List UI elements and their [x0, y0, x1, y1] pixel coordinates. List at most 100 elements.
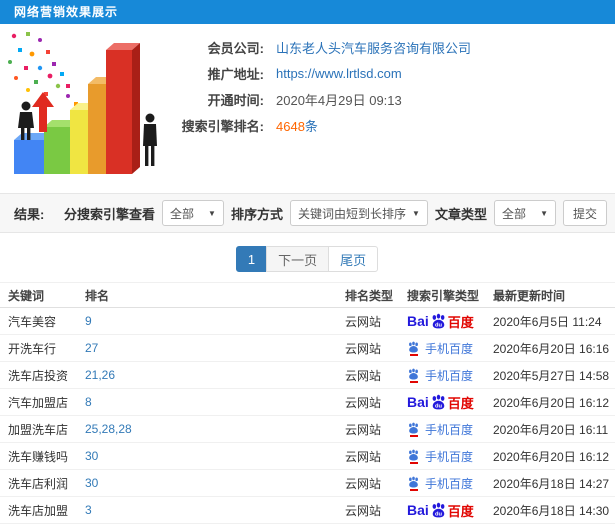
rank-count: 4648	[276, 118, 305, 134]
rank-cell: 30	[85, 469, 345, 497]
rank-type-cell: 云网站	[345, 334, 407, 362]
keyword-cell: 加盟洗车店	[0, 415, 85, 443]
col-update-time: 最新更新时间	[493, 282, 615, 308]
baidu-pc-logo: Bai du 百度	[407, 394, 474, 411]
company-row: 会员公司: 山东老人头汽车服务咨询有限公司	[178, 34, 471, 60]
update-time-cell: 2020年6月20日 16:12	[493, 442, 615, 470]
chevron-down-icon: ▼	[540, 208, 548, 218]
update-time-cell: 2020年6月20日 16:11	[493, 415, 615, 443]
rank-cell: 30	[85, 442, 345, 470]
mobile-baidu-paw-icon	[407, 422, 420, 437]
update-time-cell: 2020年6月20日 16:16	[493, 334, 615, 362]
engine-cell: Bai du 百度	[407, 496, 493, 524]
table-row: 洗车店加盟 3 云网站 Bai du 百度 2020年6月18日 14:30	[0, 496, 615, 524]
engine-cell: 手机百度	[407, 415, 493, 443]
update-time-cell: 2020年6月5日 11:24	[493, 307, 615, 335]
update-time-cell: 2020年6月20日 16:12	[493, 388, 615, 416]
svg-text:du: du	[435, 322, 443, 328]
keyword-cell: 洗车店利润	[0, 469, 85, 497]
bar-chart-graphic	[8, 32, 157, 174]
engine-cell: Bai du 百度	[407, 307, 493, 335]
rank-cell: 21,26	[85, 361, 345, 389]
member-info: 会员公司: 山东老人头汽车服务咨询有限公司 推广地址: https://www.…	[178, 24, 471, 138]
rank-cell: 27	[85, 334, 345, 362]
company-label: 会员公司:	[207, 40, 264, 56]
rank-cell: 3	[85, 496, 345, 524]
rank-link[interactable]: 9	[85, 314, 92, 328]
table-row: 洗车赚钱吗 30 云网站 手机百度 2020年6月20日 16:12	[0, 442, 615, 470]
chevron-down-icon: ▼	[412, 208, 420, 218]
keyword-cell: 洗车赚钱吗	[0, 442, 85, 470]
rank-link[interactable]: 30	[85, 449, 98, 463]
col-rank-type: 排名类型	[345, 282, 407, 308]
article-type-select[interactable]: 全部 ▼	[493, 200, 556, 226]
update-time-cell: 2020年5月27日 14:58	[493, 361, 615, 389]
rank-link[interactable]: 27	[85, 341, 98, 355]
baidu-paw-icon: du	[432, 313, 445, 328]
rank-cell: 8	[85, 388, 345, 416]
mobile-baidu-paw-icon	[407, 341, 420, 356]
rank-type-cell: 云网站	[345, 415, 407, 443]
rank-link[interactable]: 30	[85, 476, 98, 490]
col-rank: 排名	[85, 282, 345, 308]
baidu-mobile-logo: 手机百度	[407, 475, 473, 492]
table-row: 汽车美容 9 云网站 Bai du 百度 2020年6月5日 11:24	[0, 307, 615, 335]
keyword-cell: 洗车店投资	[0, 361, 85, 389]
rank-link[interactable]: 3	[85, 503, 92, 517]
chevron-down-icon: ▼	[208, 208, 216, 218]
sort-select[interactable]: 关键词由短到长排序 ▼	[289, 200, 428, 226]
engine-rank-row: 搜索引擎排名: 4648条	[178, 112, 471, 138]
table-row: 开洗车行 27 云网站 手机百度 2020年6月20日 16:16	[0, 334, 615, 362]
table-row: 汽车加盟店 8 云网站 Bai du 百度 2020年6月20日 16:12	[0, 388, 615, 416]
update-time-cell: 2020年6月18日 14:30	[493, 496, 615, 524]
rank-type-cell: 云网站	[345, 496, 407, 524]
baidu-paw-icon: du	[432, 394, 445, 409]
sort-filter-label: 排序方式	[230, 206, 283, 222]
svg-text:du: du	[435, 403, 443, 409]
keyword-cell: 开洗车行	[0, 334, 85, 362]
rank-link[interactable]: 25,28,28	[85, 422, 132, 436]
engine-filter-label: 分搜索引擎查看	[63, 206, 155, 222]
baidu-mobile-logo: 手机百度	[407, 448, 473, 465]
engine-cell: 手机百度	[407, 361, 493, 389]
baidu-mobile-logo: 手机百度	[407, 340, 473, 357]
page-title: 网络营销效果展示	[14, 5, 119, 19]
rank-type-cell: 云网站	[345, 469, 407, 497]
rank-type-cell: 云网站	[345, 388, 407, 416]
open-time-row: 开通时间: 2020年4月29日 09:13	[178, 86, 471, 112]
promo-url-row: 推广地址: https://www.lrtlsd.com	[178, 60, 471, 86]
rank-link[interactable]: 8	[85, 395, 92, 409]
rank-cell: 25,28,28	[85, 415, 345, 443]
engine-rank-label: 搜索引擎排名:	[181, 118, 264, 134]
engine-select[interactable]: 全部 ▼	[161, 200, 224, 226]
baidu-pc-logo: Bai du 百度	[407, 313, 474, 330]
engine-cell: Bai du 百度	[407, 388, 493, 416]
update-time-cell: 2020年6月18日 14:27	[493, 469, 615, 497]
keyword-cell: 洗车店加盟	[0, 496, 85, 524]
keyword-rank-table: 关键词 排名 排名类型 搜索引擎类型 最新更新时间 汽车美容 9 云网站 Bai	[0, 282, 615, 524]
open-time-label: 开通时间:	[207, 92, 264, 108]
rank-type-cell: 云网站	[345, 361, 407, 389]
page-1-button[interactable]: 1	[235, 246, 268, 272]
mobile-baidu-paw-icon	[407, 449, 420, 464]
table-row: 洗车店投资 21,26 云网站 手机百度 2020年5月27日 14:58	[0, 361, 615, 389]
company-link[interactable]: 山东老人头汽车服务咨询有限公司	[276, 41, 471, 56]
table-row: 加盟洗车店 25,28,28 云网站 手机百度 2020年6月20日 16:11	[0, 415, 615, 443]
results-label: 结果:	[14, 206, 45, 222]
next-page-button[interactable]: 下一页	[266, 246, 330, 272]
promo-url-link[interactable]: https://www.lrtlsd.com	[276, 66, 402, 81]
last-page-button[interactable]: 尾页	[328, 246, 379, 272]
rank-type-cell: 云网站	[345, 307, 407, 335]
mobile-baidu-paw-icon	[407, 368, 420, 383]
rank-type-cell: 云网站	[345, 442, 407, 470]
businessman-right	[143, 113, 157, 166]
promo-url-label: 推广地址:	[207, 66, 264, 82]
rank-link[interactable]: 21,26	[85, 368, 115, 382]
results-filter-bar: 结果: 分搜索引擎查看 全部 ▼ 排序方式 关键词由短到长排序 ▼ 文章类型 全…	[0, 193, 615, 233]
article-type-label: 文章类型	[434, 206, 487, 222]
page: 网络营销效果展示 会员公司: 山东老人头汽车服务咨询有限公司 推广地址: htt…	[0, 0, 615, 524]
submit-button[interactable]: 提交	[562, 200, 607, 226]
engine-cell: 手机百度	[407, 469, 493, 497]
table-row: 洗车店利润 30 云网站 手机百度 2020年6月18日 14:27	[0, 469, 615, 497]
mobile-baidu-paw-icon	[407, 476, 420, 491]
